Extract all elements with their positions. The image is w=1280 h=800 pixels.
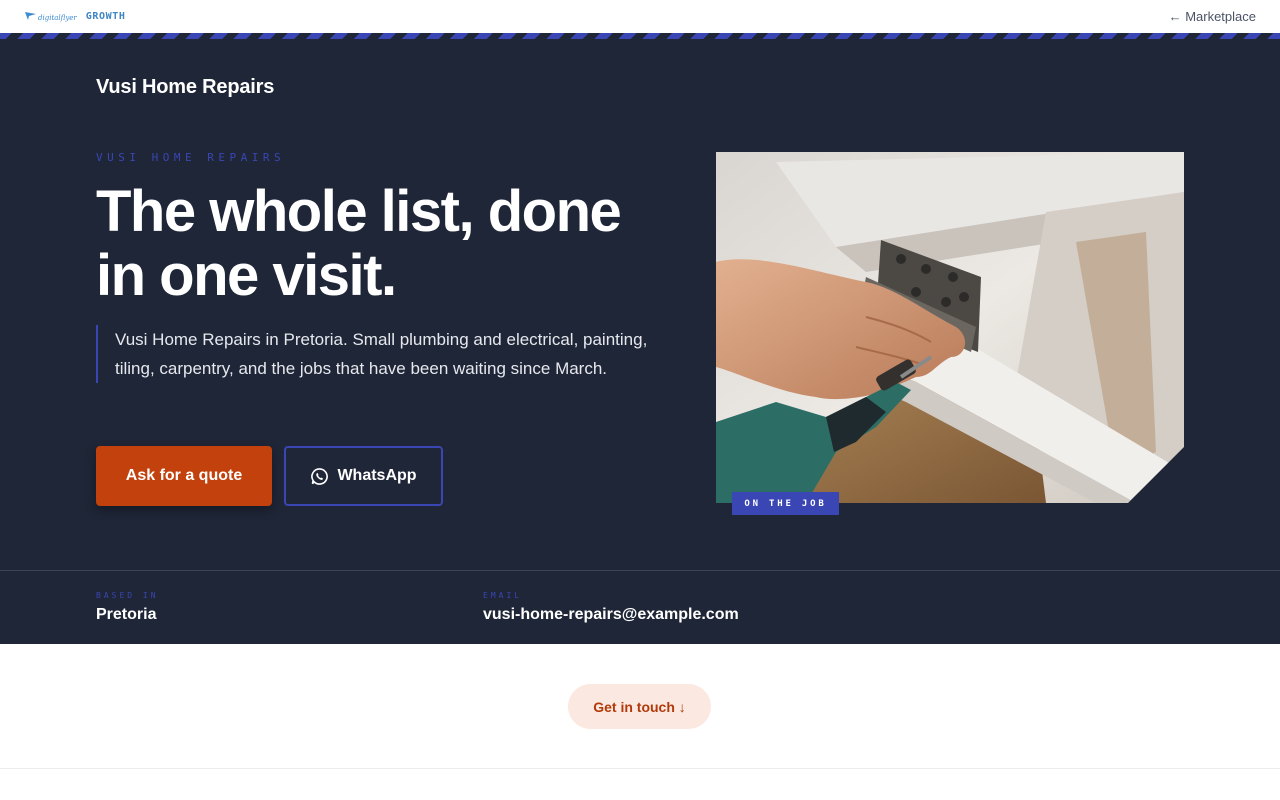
hero-headline: The whole list, done in one visit. (96, 180, 696, 308)
brand-label: GROWTH (85, 10, 126, 22)
hero-photo (716, 152, 1184, 503)
paper-plane-icon (25, 12, 36, 20)
email-label: EMAIL (483, 591, 523, 600)
brand[interactable]: digitalflyer GROWTH (25, 7, 126, 25)
back-to-marketplace-link[interactable]: ← Marketplace (1169, 9, 1256, 24)
get-in-touch-button[interactable]: Get in touch ↓ (568, 684, 711, 729)
hero-section: Vusi Home Repairs VUSI HOME REPAIRS The … (0, 39, 1280, 644)
logo-text: digitalflyer (38, 14, 77, 22)
digitalflyer-logo: digitalflyer (25, 10, 77, 22)
carpentry-photo-illustration (716, 152, 1184, 503)
whatsapp-button[interactable]: WhatsApp (284, 446, 443, 506)
ask-for-quote-button[interactable]: Ask for a quote (96, 446, 272, 506)
section-divider (0, 768, 1280, 769)
top-bar: digitalflyer GROWTH ← Marketplace (0, 0, 1280, 33)
whatsapp-icon (311, 467, 329, 485)
headline-line-2: in one visit. (96, 243, 397, 308)
email-value[interactable]: vusi-home-repairs@example.com (483, 606, 739, 624)
hero-description: Vusi Home Repairs in Pretoria. Small plu… (96, 325, 676, 383)
hero-eyebrow: VUSI HOME REPAIRS (96, 151, 286, 164)
site-name[interactable]: Vusi Home Repairs (96, 76, 274, 99)
on-the-job-badge: ON THE JOB (732, 492, 839, 515)
based-in-value: Pretoria (96, 606, 157, 623)
headline-line-1: The whole list, done (96, 179, 622, 244)
whatsapp-button-label: WhatsApp (337, 467, 417, 484)
hero-divider (0, 570, 1280, 571)
based-in-label: BASED IN (96, 591, 159, 600)
